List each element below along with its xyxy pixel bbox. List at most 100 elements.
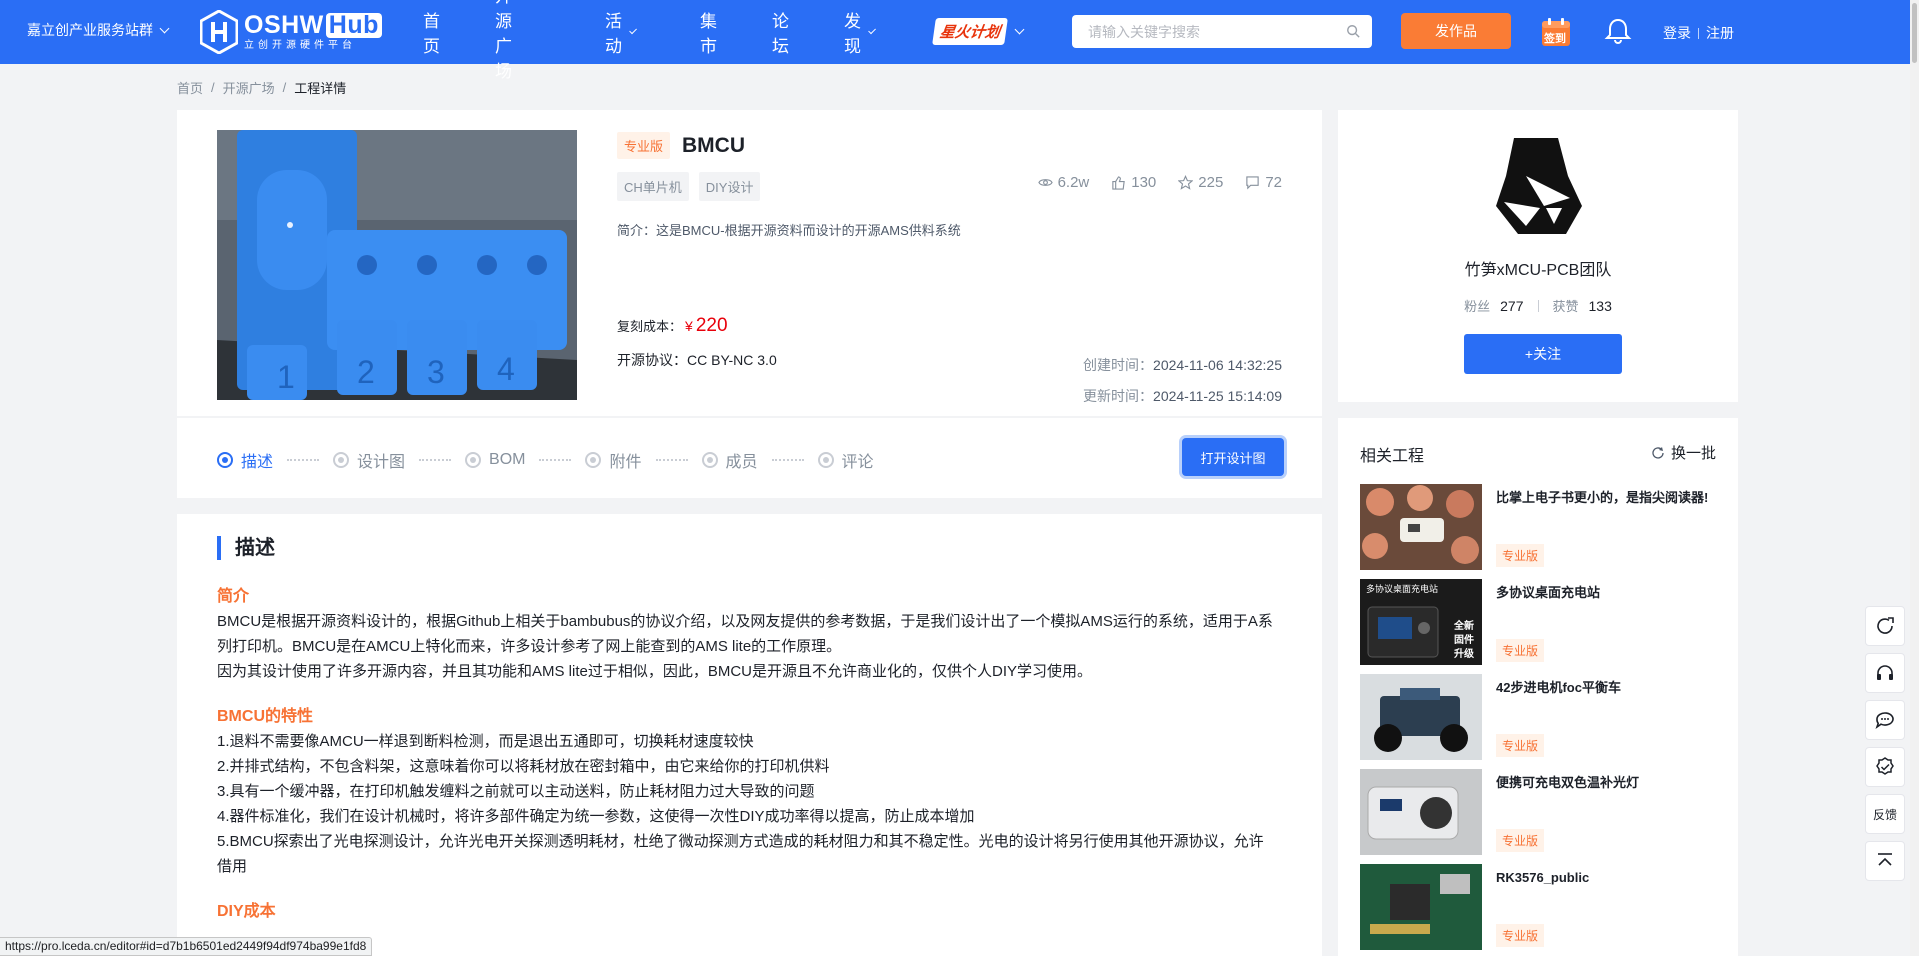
related-thumbnail	[1360, 674, 1482, 760]
step-members[interactable]: 成员	[701, 448, 758, 472]
feature-line: 2.并排式结构，不包含料架，这意味着你可以将耗材放在密封箱中，由它来给你的打印机…	[217, 758, 830, 775]
updated-time: 更新时间：2024-11-25 15:14:09	[1083, 388, 1282, 404]
nav-market[interactable]: 集市	[700, 7, 717, 57]
author-stats: 粉丝 277 获赞 133	[1338, 296, 1738, 315]
site-logo[interactable]: OSHW Hub 立创开源硬件平台	[200, 9, 382, 55]
logo-hub: Hub	[325, 13, 382, 38]
customer-service-button[interactable]	[1865, 653, 1905, 693]
checkin-button[interactable]: 签到	[1540, 16, 1572, 48]
nav-activities[interactable]: 活动	[605, 7, 637, 57]
description-body: 简介 BMCU是根据开源资料设计的，根据Github上相关于bambubus的协…	[217, 584, 1277, 924]
search-input[interactable]	[1072, 15, 1322, 48]
thumb-caption: 升级	[1454, 649, 1474, 660]
step-bom[interactable]: BOM	[465, 451, 525, 469]
related-item[interactable]: 42步进电机foc平衡车 专业版	[1360, 674, 1720, 760]
chat-button[interactable]	[1865, 700, 1905, 740]
related-name: 比掌上电子书更小的，是指尖阅读器!	[1496, 490, 1709, 505]
section-title-features: BMCU的特性	[217, 708, 313, 725]
related-item[interactable]: 便携可充电双色温补光灯 专业版	[1360, 769, 1720, 855]
likes-stat[interactable]: 130	[1111, 174, 1156, 191]
related-item[interactable]: RK3576_public 专业版	[1360, 864, 1720, 950]
section-title-diy-cost: DIY成本	[217, 903, 276, 920]
radio-dot-icon	[333, 452, 350, 468]
tag-ch-mcu[interactable]: CH单片机	[617, 172, 689, 201]
nav-discover[interactable]: 发现	[844, 7, 876, 57]
feedback-button[interactable]: 反馈	[1865, 794, 1905, 834]
share-button[interactable]	[1865, 606, 1905, 646]
project-card: 1 2 3 4 专业版 BMCU CH单片机 DIY设计 6.2w 130 22…	[177, 110, 1322, 416]
cost-label: 复刻成本：	[617, 319, 683, 334]
bell-icon[interactable]	[1603, 16, 1633, 46]
step-comments[interactable]: 评论	[817, 448, 874, 472]
pro-edition-badge: 专业版	[1496, 734, 1545, 757]
refresh-button[interactable]: 换一批	[1651, 442, 1716, 463]
eye-icon	[1037, 179, 1053, 186]
chevron-down-icon	[1014, 24, 1025, 35]
comment-icon	[1246, 176, 1259, 190]
favorites-stat[interactable]: 225	[1178, 174, 1223, 191]
breadcrumb-home[interactable]: 首页	[177, 78, 203, 97]
verified-button[interactable]	[1865, 747, 1905, 787]
open-design-button[interactable]: 打开设计图	[1182, 438, 1284, 476]
radio-dot-icon	[701, 452, 718, 468]
related-thumbnail: 多协议桌面充电站 全新 固件 升级	[1360, 579, 1482, 665]
follow-button[interactable]: +关注	[1464, 334, 1622, 374]
badge-check-icon	[1876, 757, 1894, 775]
svg-text:1: 1	[277, 359, 295, 395]
tag-diy[interactable]: DIY设计	[698, 172, 761, 201]
related-name: 42步进电机foc平衡车	[1496, 680, 1621, 695]
share-icon	[1877, 617, 1894, 634]
divider	[1698, 27, 1699, 39]
pro-edition-badge: 专业版	[617, 132, 671, 159]
likes-label: 获赞	[1552, 299, 1579, 314]
feature-line: 1.退料不需要像AMCU一样退到断料检测，而是退出五通即可，切换耗材速度较快	[217, 733, 754, 750]
section-steps: 描述 设计图 BOM 附件 成员 评论	[217, 448, 874, 472]
related-item[interactable]: 比掌上电子书更小的，是指尖阅读器! 专业版	[1360, 484, 1720, 570]
flowers-reader-photo	[1360, 484, 1482, 570]
feature-line: 3.具有一个缓冲器，在打印机触发缠料之前就可以主动送料，防止耗材阻力过大导致的问…	[217, 783, 815, 800]
fans-label: 粉丝	[1464, 299, 1491, 314]
step-schematic[interactable]: 设计图	[333, 448, 405, 472]
likes-count: 133	[1588, 297, 1612, 314]
comments-stat[interactable]: 72	[1245, 174, 1282, 191]
project-title: BMCU	[682, 133, 746, 157]
pcb-board-photo	[1360, 864, 1482, 950]
author-avatar[interactable]	[1496, 136, 1582, 236]
pro-edition-badge: 专业版	[1496, 639, 1545, 662]
related-name: RK3576_public	[1496, 870, 1590, 885]
thumb-caption: 固件	[1454, 635, 1474, 646]
register-link[interactable]: 注册	[1706, 23, 1734, 43]
publish-button[interactable]: 发作品	[1401, 13, 1511, 49]
page-scrollbar-track[interactable]	[1910, 0, 1919, 956]
project-cover-image[interactable]: 1 2 3 4	[217, 130, 577, 400]
service-station-dropdown[interactable]: 嘉立创产业服务站群	[27, 20, 170, 40]
back-to-top-button[interactable]	[1865, 841, 1905, 881]
radio-dot-icon	[585, 452, 602, 468]
refresh-icon	[1652, 446, 1664, 459]
related-item[interactable]: 多协议桌面充电站 全新 固件 升级 多协议桌面充电站 专业版	[1360, 579, 1720, 665]
search-icon[interactable]	[1346, 24, 1360, 38]
related-name: 便携可充电双色温补光灯	[1496, 775, 1640, 790]
fans-count: 277	[1500, 297, 1524, 314]
nav-open-square[interactable]: 开源广场	[495, 0, 512, 82]
step-attachments[interactable]: 附件	[585, 448, 642, 472]
related-name: 多协议桌面充电站	[1496, 585, 1601, 600]
project-steps-bar: 描述 设计图 BOM 附件 成员 评论 打开设计图	[177, 418, 1322, 498]
breadcrumb-separator: /	[282, 80, 287, 95]
related-title: 相关工程	[1360, 448, 1425, 465]
related-projects: 相关工程 换一批 比掌上电子书更小的，是指尖阅读器! 专业版 多协议桌面充电站 …	[1338, 418, 1738, 956]
nav-home[interactable]: 首页	[423, 7, 440, 57]
step-connector	[419, 459, 452, 461]
step-description[interactable]: 描述	[217, 448, 273, 472]
logo-subtitle: 立创开源硬件平台	[244, 40, 356, 51]
search-box	[1072, 15, 1372, 48]
thumb-caption: 全新	[1454, 621, 1474, 632]
breadcrumb-open-square[interactable]: 开源广场	[223, 78, 275, 97]
chevron-down-icon	[628, 25, 637, 35]
spark-plan-menu[interactable]: 星火计划	[932, 18, 1025, 45]
project-tags: CH单片机 DIY设计	[617, 172, 761, 201]
login-link[interactable]: 登录	[1663, 23, 1691, 43]
author-name[interactable]: 竹笋xMCU-PCB团队	[1338, 256, 1738, 280]
page-scrollbar-thumb[interactable]	[1912, 3, 1917, 63]
nav-forum[interactable]: 论坛	[772, 7, 789, 57]
